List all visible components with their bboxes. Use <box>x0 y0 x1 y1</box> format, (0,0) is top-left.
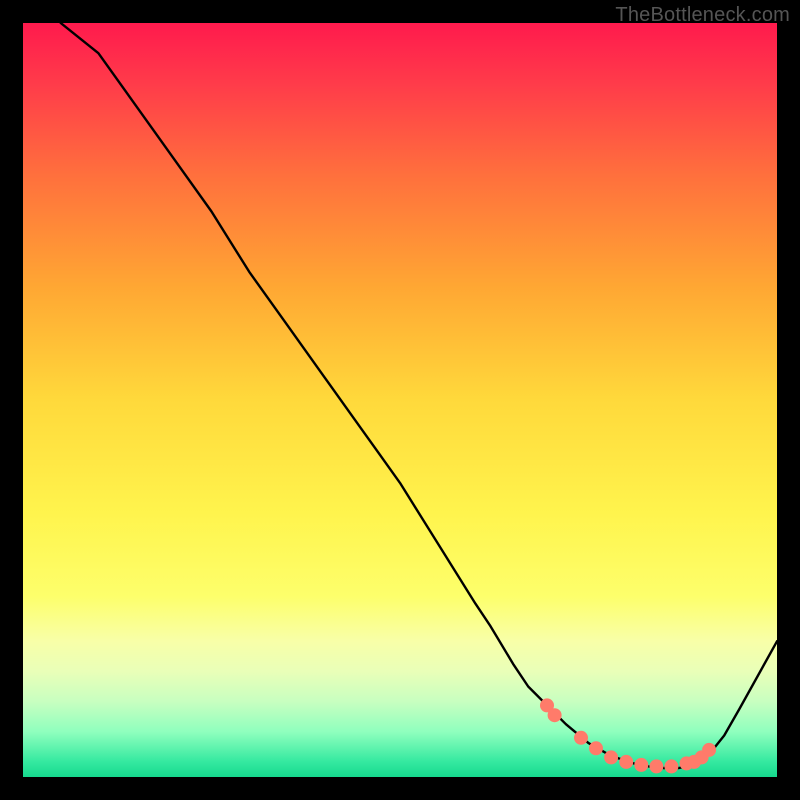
chart-plot-area <box>23 23 777 777</box>
bottleneck-curve <box>61 23 777 768</box>
optimum-markers <box>541 699 716 773</box>
optimum-marker <box>703 743 716 756</box>
optimum-marker <box>605 751 618 764</box>
optimum-marker <box>620 755 633 768</box>
optimum-marker <box>665 760 678 773</box>
watermark-label: TheBottleneck.com <box>615 4 790 27</box>
optimum-marker <box>635 758 648 771</box>
optimum-marker <box>650 760 663 773</box>
optimum-marker <box>590 742 603 755</box>
optimum-marker <box>575 731 588 744</box>
optimum-marker <box>548 709 561 722</box>
chart-svg <box>23 23 777 777</box>
